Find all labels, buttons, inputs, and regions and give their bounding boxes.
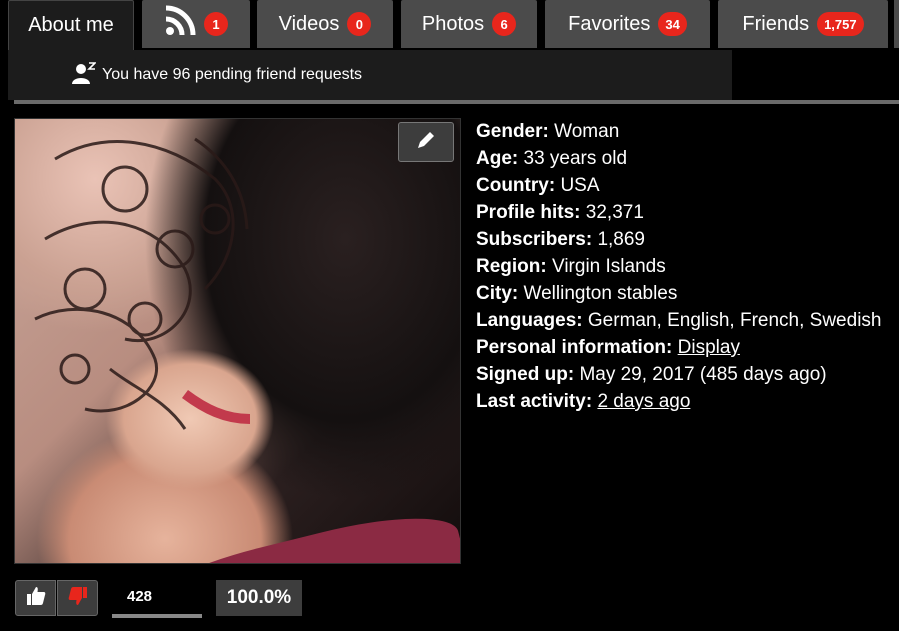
vote-count-bar [112, 614, 202, 618]
profile-tabs: About me 1 Videos 0 Photos 6 Favorites 3… [0, 0, 899, 50]
info-country: Country: USA [476, 172, 899, 199]
rss-icon [164, 5, 196, 43]
friend-request-icon [72, 61, 97, 89]
display-personal-info-link[interactable]: Display [678, 337, 740, 358]
info-value: Virgin Islands [552, 256, 666, 277]
info-region: Region: Virgin Islands [476, 253, 899, 280]
info-label: Last activity: [476, 391, 593, 412]
tab-feed[interactable]: 1 [142, 0, 250, 48]
info-label: Age: [476, 148, 519, 169]
profile-photo[interactable] [14, 118, 461, 564]
pending-requests-text: You have 96 pending friend requests [102, 66, 363, 83]
info-label: Profile hits: [476, 202, 581, 223]
info-value: Wellington stables [523, 283, 678, 304]
tab-label: Photos [421, 12, 485, 35]
info-personal: Personal information: Display [476, 334, 899, 361]
thumbs-down-button[interactable] [57, 580, 98, 616]
info-age: Age: 33 years old [476, 145, 899, 172]
pencil-icon [415, 129, 437, 156]
thumbs-up-icon [26, 586, 46, 611]
info-profile-hits: Profile hits: 32,371 [476, 199, 899, 226]
info-signed-up: Signed up: May 29, 2017 (485 days ago) [476, 361, 899, 388]
tab-videos[interactable]: Videos 0 [257, 0, 393, 48]
info-value: 32,371 [585, 202, 644, 223]
info-value: 33 years old [523, 148, 628, 169]
info-value: May 29, 2017 (485 days ago) [579, 364, 827, 385]
tab-overflow [894, 0, 899, 48]
thumbs-up-button[interactable] [15, 580, 56, 616]
profile-info-list: Gender: Woman Age: 33 years old Country:… [476, 118, 899, 415]
videos-badge: 0 [347, 12, 372, 36]
info-value: USA [560, 175, 600, 196]
thumbs-down-icon [68, 586, 88, 611]
friends-badge: 1,757 [817, 12, 864, 36]
info-subscribers: Subscribers: 1,869 [476, 226, 899, 253]
tab-label: About me [28, 14, 114, 36]
photo-mask-pattern [34, 137, 251, 430]
info-label: Region: [476, 256, 547, 277]
rating-percentage: 100.0% [216, 580, 302, 616]
info-city: City: Wellington stables [476, 280, 899, 307]
tab-favorites[interactable]: Favorites 34 [545, 0, 710, 48]
info-languages: Languages: German, English, French, Swed… [476, 307, 899, 334]
info-value: 1,869 [597, 229, 645, 250]
info-value: Woman [554, 121, 620, 142]
vote-count: 428 [127, 588, 153, 605]
tab-about-me[interactable]: About me [8, 0, 134, 50]
tab-label: Friends [742, 12, 810, 35]
last-activity-link[interactable]: 2 days ago [597, 391, 690, 412]
photos-badge: 6 [492, 12, 517, 36]
info-label: Signed up: [476, 364, 575, 385]
info-label: Subscribers: [476, 229, 593, 250]
info-label: Gender: [476, 121, 549, 142]
info-label: Country: [476, 175, 556, 196]
info-gender: Gender: Woman [476, 118, 899, 145]
info-label: Languages: [476, 310, 583, 331]
info-label: Personal information: [476, 337, 673, 358]
tab-friends[interactable]: Friends 1,757 [718, 0, 888, 48]
info-value: German, English, French, Swedish [587, 310, 882, 331]
info-last-activity: Last activity: 2 days ago [476, 388, 899, 415]
tab-label: Videos [278, 12, 340, 35]
feed-badge: 1 [204, 12, 228, 36]
tab-label: Favorites [568, 12, 651, 35]
pending-requests-bar[interactable]: You have 96 pending friend requests [8, 50, 732, 100]
favorites-badge: 34 [658, 12, 687, 36]
tab-photos[interactable]: Photos 6 [401, 0, 537, 48]
info-label: City: [476, 283, 519, 304]
edit-photo-button[interactable] [398, 122, 454, 162]
divider [14, 100, 899, 104]
